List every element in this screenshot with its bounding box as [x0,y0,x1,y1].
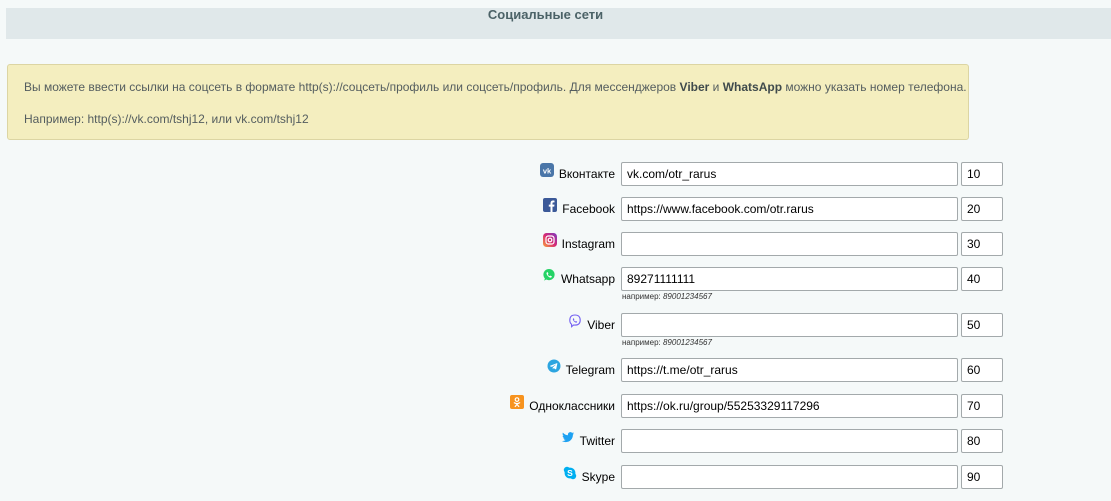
instagram-icon [542,233,557,247]
social-label-text: Twitter [579,434,615,448]
notice-line-1: Вы можете ввести ссылки на соцсеть в фор… [24,80,967,94]
social-label-text: Whatsapp [560,272,615,286]
svg-text:S: S [567,468,573,478]
social-sort-input-whatsapp[interactable] [961,267,1003,291]
hint-value: 89001234567 [662,292,712,301]
notice-whatsapp: WhatsApp [722,80,783,94]
whatsapp-icon [542,268,556,282]
social-link-input-vk[interactable] [621,162,958,186]
telegram-icon [547,359,561,373]
social-label-text: Skype [581,470,615,484]
twitter-icon [561,430,575,444]
social-label-telegram: Telegram [547,358,615,382]
social-row-facebook: Facebook [0,197,1111,221]
social-label-vk: vk Вконтакте [539,162,615,186]
skype-icon: S [563,466,577,480]
svg-text:vk: vk [543,167,552,176]
social-row-vk: vk Вконтакте [0,162,1111,186]
social-label-odnoklassniki: Одноклассники [510,394,615,418]
social-sort-input-telegram[interactable] [961,358,1003,382]
social-link-input-skype[interactable] [621,465,958,489]
social-label-instagram: Instagram [542,232,615,256]
social-label-text: Вконтакте [558,167,615,181]
social-row-instagram: Instagram [0,232,1111,256]
social-link-input-odnoklassniki[interactable] [621,394,958,418]
social-row-telegram: Telegram [0,358,1111,382]
social-label-text: Telegram [565,363,615,377]
social-sort-input-viber[interactable] [961,313,1003,337]
social-sort-input-vk[interactable] [961,162,1003,186]
social-sort-input-skype[interactable] [961,465,1003,489]
social-sort-input-odnoklassniki[interactable] [961,394,1003,418]
social-row-whatsapp: Whatsapp например: 89001234567 [0,267,1111,301]
social-link-input-instagram[interactable] [621,232,958,256]
social-link-input-viber[interactable] [621,313,958,337]
social-sort-input-instagram[interactable] [961,232,1003,256]
social-link-input-twitter[interactable] [621,429,958,453]
social-row-viber: Viber например: 89001234567 [0,313,1111,347]
odnoklassniki-icon [510,395,525,409]
social-row-odnoklassniki: Одноклассники [0,394,1111,418]
vk-icon: vk [539,163,554,177]
phone-hint: например: 89001234567 [622,292,712,301]
info-notice: Вы можете ввести ссылки на соцсеть в фор… [7,64,969,140]
facebook-icon [543,198,558,212]
social-label-twitter: Twitter [561,429,615,453]
notice-text: Вы можете ввести ссылки на соцсеть в фор… [24,80,680,94]
social-label-whatsapp: Whatsapp [542,267,615,291]
social-row-skype: S Skype [0,465,1111,489]
phone-hint: например: 89001234567 [622,338,712,347]
notice-text: и [709,80,723,94]
social-sort-input-facebook[interactable] [961,197,1003,221]
social-label-text: Viber [587,318,615,332]
social-label-text: Одноклассники [529,399,615,413]
notice-text: можно указать номер телефона. [782,80,967,94]
notice-viber: Viber [679,80,710,94]
social-label-text: Instagram [561,237,615,251]
hint-value: 89001234567 [662,338,712,347]
notice-line-2: Например: http(s)://vk.com/tshj12, или v… [24,112,309,126]
social-label-text: Facebook [562,202,615,216]
section-title: Социальные сети [487,7,604,22]
social-sort-input-twitter[interactable] [961,429,1003,453]
hint-prefix: например: [622,292,661,301]
social-label-facebook: Facebook [543,197,615,221]
social-link-input-facebook[interactable] [621,197,958,221]
viber-icon [568,314,582,328]
social-label-viber: Viber [568,313,615,337]
social-row-twitter: Twitter [0,429,1111,453]
social-link-input-whatsapp[interactable] [621,267,958,291]
hint-prefix: например: [622,338,661,347]
social-label-skype: S Skype [563,465,615,489]
social-link-input-telegram[interactable] [621,358,958,382]
